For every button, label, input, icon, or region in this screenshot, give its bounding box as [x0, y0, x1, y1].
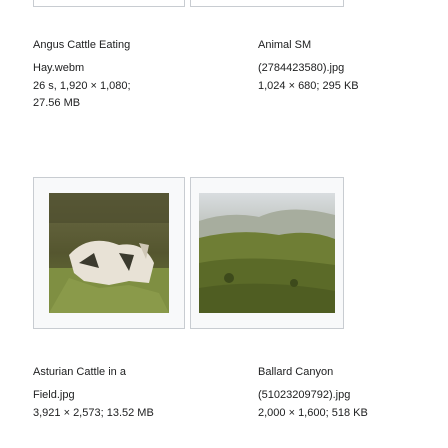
thumbnail-frame[interactable] — [190, 177, 344, 329]
file-details: 2,000 × 1,600; 518 KB — [258, 407, 368, 419]
file-title[interactable]: Asturian Cattle in a — [33, 365, 126, 379]
previous-row-strip — [0, 0, 448, 14]
file-title[interactable]: Angus Cattle Eating — [33, 38, 130, 52]
file-title[interactable]: Ballard Canyon — [258, 365, 333, 379]
file-name[interactable]: Field.jpg — [33, 388, 75, 402]
previous-thumbnail-frame[interactable] — [190, 0, 344, 7]
file-details: 1,024 × 680; 295 KB — [258, 80, 359, 92]
file-title[interactable]: Animal SM — [258, 38, 311, 52]
thumbnail-frame[interactable] — [33, 177, 185, 329]
file-name[interactable]: Hay.webm — [33, 61, 84, 75]
file-details: 3,921 × 2,573; 13.52 MB — [33, 407, 154, 419]
previous-thumbnail-frame[interactable] — [33, 0, 185, 7]
thumbnail-image-asturian-cattle[interactable] — [49, 193, 169, 313]
file-name[interactable]: (2784423580).jpg — [258, 61, 344, 75]
file-size: 27.56 MB — [33, 97, 81, 109]
file-name[interactable]: (51023209792).jpg — [258, 388, 350, 402]
thumbnail-image-ballard-canyon[interactable] — [199, 193, 335, 313]
file-details: 26 s, 1,920 × 1,080; — [33, 80, 131, 92]
